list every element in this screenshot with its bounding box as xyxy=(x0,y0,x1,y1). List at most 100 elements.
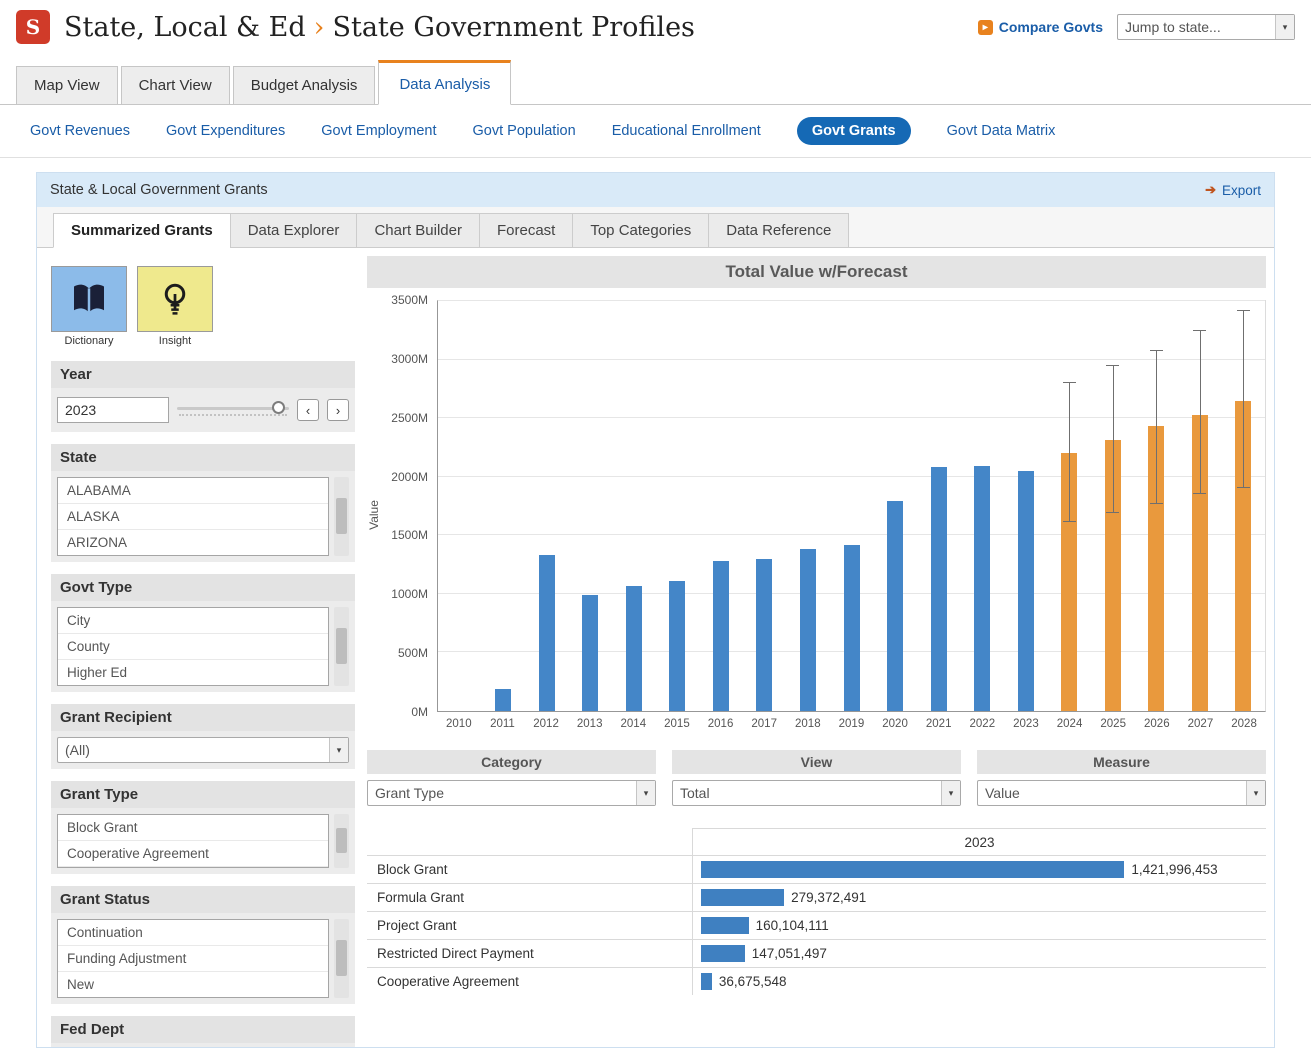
tab-budget-analysis[interactable]: Budget Analysis xyxy=(233,66,376,105)
list-item[interactable]: Funding Adjustment xyxy=(58,946,328,972)
control-measure: Measure Value▾ xyxy=(977,750,1266,806)
scrollbar-thumb[interactable] xyxy=(336,498,347,534)
year-input[interactable] xyxy=(57,397,169,423)
tab-data-reference[interactable]: Data Reference xyxy=(708,213,849,248)
list-item[interactable]: Block Grant xyxy=(58,815,328,841)
scrollbar[interactable] xyxy=(334,477,349,556)
filter-header: Govt Type xyxy=(51,574,355,601)
subnav-educational-enrollment[interactable]: Educational Enrollment xyxy=(612,123,761,139)
x-axis: 2010201120122013201420152016201720182019… xyxy=(437,712,1266,730)
x-tick-label: 2014 xyxy=(612,718,656,730)
x-tick-label: 2021 xyxy=(917,718,961,730)
list-item[interactable]: Formula Grant xyxy=(58,867,328,868)
list-item[interactable]: Higher Ed xyxy=(58,660,328,685)
list-item[interactable]: ARIZONA xyxy=(58,530,328,555)
tab-chart-view[interactable]: Chart View xyxy=(121,66,230,105)
export-button[interactable]: ➔ Export xyxy=(1205,182,1261,198)
chart-bar[interactable] xyxy=(887,501,903,711)
chart-bar[interactable] xyxy=(974,466,990,711)
chart-bar[interactable] xyxy=(539,555,555,711)
year-slider[interactable] xyxy=(177,400,289,420)
chart-bar[interactable] xyxy=(931,467,947,711)
list-item[interactable]: ALASKA xyxy=(58,504,328,530)
chart-bar[interactable] xyxy=(582,595,598,711)
chart-bar[interactable] xyxy=(626,586,642,711)
list-item[interactable]: ALABAMA xyxy=(58,478,328,504)
scrollbar[interactable] xyxy=(334,814,349,868)
chart-bar[interactable] xyxy=(495,689,511,711)
x-tick-label: 2024 xyxy=(1048,718,1092,730)
subnav-govt-expenditures[interactable]: Govt Expenditures xyxy=(166,123,285,139)
year-prev-button[interactable]: ‹ xyxy=(297,399,319,421)
chart-bar[interactable] xyxy=(669,581,685,711)
list-item[interactable]: Cooperative Agreement xyxy=(58,841,328,867)
scrollbar-thumb[interactable] xyxy=(336,828,347,853)
y-tick-label: 2500M xyxy=(391,411,428,425)
tab-summarized-grants[interactable]: Summarized Grants xyxy=(53,213,231,248)
chart-bar[interactable] xyxy=(1018,471,1034,711)
value-bar xyxy=(701,889,784,906)
row-value-cell: 1,421,996,453 xyxy=(692,856,1266,883)
list-item[interactable]: Continuation xyxy=(58,920,328,946)
subnav-govt-grants[interactable]: Govt Grants xyxy=(797,117,911,145)
chart-bar[interactable] xyxy=(800,549,816,711)
tab-top-categories[interactable]: Top Categories xyxy=(572,213,709,248)
scrollbar-thumb[interactable] xyxy=(336,628,347,664)
error-bar-cap xyxy=(1193,493,1206,494)
tab-forecast[interactable]: Forecast xyxy=(479,213,573,248)
tool-label: Dictionary xyxy=(51,335,127,347)
filter-body: ContinuationFunding AdjustmentNew xyxy=(51,913,355,1004)
select-measure[interactable]: Value xyxy=(977,780,1266,806)
select-wrap: Value▾ xyxy=(977,780,1266,806)
select-category[interactable]: Grant Type xyxy=(367,780,656,806)
control-header: View xyxy=(672,750,961,774)
table-row: Restricted Direct Payment147,051,497 xyxy=(367,939,1266,967)
y-tick-label: 2000M xyxy=(391,470,428,484)
control-header: Measure xyxy=(977,750,1266,774)
main-area: Total Value w/Forecast Value 0M500M1000M… xyxy=(367,256,1266,1047)
chart-bar[interactable] xyxy=(756,559,772,711)
site-title: State, Local & Ed xyxy=(64,12,306,43)
x-tick-label: 2028 xyxy=(1222,718,1266,730)
tab-chart-builder[interactable]: Chart Builder xyxy=(356,213,480,248)
sub-nav: Govt Revenues Govt Expenditures Govt Emplo… xyxy=(0,105,1311,158)
subnav-govt-population[interactable]: Govt Population xyxy=(473,123,576,139)
export-icon: ➔ xyxy=(1205,182,1216,198)
list-item[interactable]: County xyxy=(58,634,328,660)
value-bar xyxy=(701,917,749,934)
year-next-button[interactable]: › xyxy=(327,399,349,421)
tool-dictionary[interactable]: Dictionary xyxy=(51,266,127,347)
error-bar-cap xyxy=(1106,365,1119,366)
x-tick-label: 2018 xyxy=(786,718,830,730)
tab-data-explorer[interactable]: Data Explorer xyxy=(230,213,358,248)
filter-body: CityCountyHigher Ed xyxy=(51,601,355,692)
select-view[interactable]: Total xyxy=(672,780,961,806)
scrollbar[interactable] xyxy=(334,607,349,686)
tool-insight[interactable]: Insight xyxy=(137,266,213,347)
list-item[interactable]: City xyxy=(58,608,328,634)
x-tick-label: 2010 xyxy=(437,718,481,730)
scrollbar[interactable] xyxy=(334,919,349,998)
scrollbar-thumb[interactable] xyxy=(336,940,347,976)
jump-to-state-select[interactable]: Jump to state... xyxy=(1117,14,1295,40)
row-label: Formula Grant xyxy=(367,885,692,910)
subnav-govt-employment[interactable]: Govt Employment xyxy=(321,123,436,139)
tab-map-view[interactable]: Map View xyxy=(16,66,118,105)
header: S State, Local & Ed›State Government Pro… xyxy=(0,0,1311,50)
subnav-govt-revenues[interactable]: Govt Revenues xyxy=(30,123,130,139)
chart-bar[interactable] xyxy=(844,545,860,711)
compare-govts-link[interactable]: ▸ Compare Govts xyxy=(978,19,1103,35)
filter-state: StateALABAMAALASKAARIZONA xyxy=(51,444,355,562)
tab-data-analysis[interactable]: Data Analysis xyxy=(378,60,511,105)
list-item[interactable]: New xyxy=(58,972,328,997)
filter-select-grant-recipient[interactable]: (All) xyxy=(57,737,349,763)
error-bar-cap xyxy=(1193,330,1206,331)
panel-title: State & Local Government Grants xyxy=(50,182,268,198)
listbox: ContinuationFunding AdjustmentNew xyxy=(57,919,329,998)
filter-header: Grant Type xyxy=(51,781,355,808)
error-bar-line xyxy=(1243,310,1244,488)
slider-handle[interactable] xyxy=(272,401,285,414)
subnav-govt-data-matrix[interactable]: Govt Data Matrix xyxy=(947,123,1056,139)
chart-bar[interactable] xyxy=(713,561,729,711)
filter-body xyxy=(51,1043,355,1047)
